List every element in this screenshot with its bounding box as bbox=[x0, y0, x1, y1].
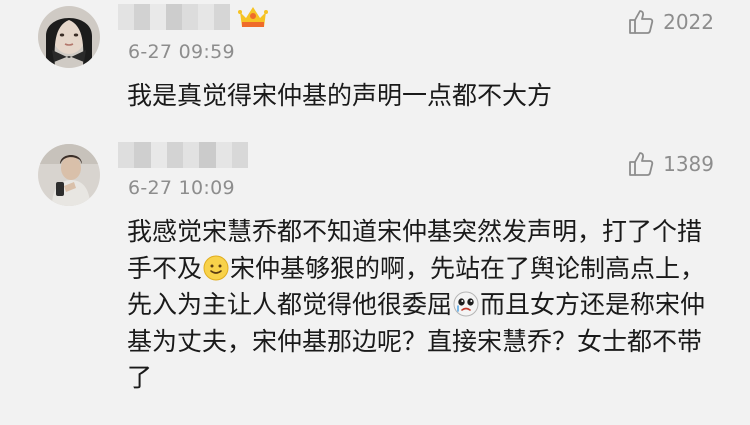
avatar-image bbox=[38, 6, 100, 68]
smile-emoji-icon bbox=[203, 255, 229, 281]
thumbs-up-icon bbox=[629, 152, 654, 176]
like-count: 1389 bbox=[663, 152, 714, 176]
avatar-image bbox=[38, 144, 100, 206]
wronged-emoji-icon bbox=[453, 291, 479, 317]
crown-badge-icon bbox=[237, 4, 269, 30]
avatar[interactable] bbox=[38, 144, 100, 206]
comment-item: 6-27 09:59 2022 我是真觉得宋仲基的声明一点都不大方 bbox=[0, 0, 750, 140]
comment-timestamp: 6-27 10:09 bbox=[128, 177, 235, 199]
thumbs-up-icon bbox=[629, 10, 654, 34]
like-count: 2022 bbox=[663, 10, 714, 34]
username-blurred[interactable] bbox=[118, 4, 230, 30]
like-button[interactable]: 1389 bbox=[627, 150, 714, 178]
like-button[interactable]: 2022 bbox=[627, 8, 714, 36]
comment-timestamp: 6-27 09:59 bbox=[128, 41, 235, 63]
comment-item: 6-27 10:09 1389 我感觉宋慧乔都不知道宋仲基突然发声明，打了个措手… bbox=[0, 140, 750, 425]
comment-text: 我是真觉得宋仲基的声明一点都不大方 bbox=[127, 81, 553, 110]
avatar[interactable] bbox=[38, 6, 100, 68]
username-blurred[interactable] bbox=[118, 142, 248, 168]
comment-text: 我感觉宋慧乔都不知道宋仲基突然发声明，打了个措手不及 宋仲基够狠的啊，先站在了舆论… bbox=[127, 214, 717, 397]
